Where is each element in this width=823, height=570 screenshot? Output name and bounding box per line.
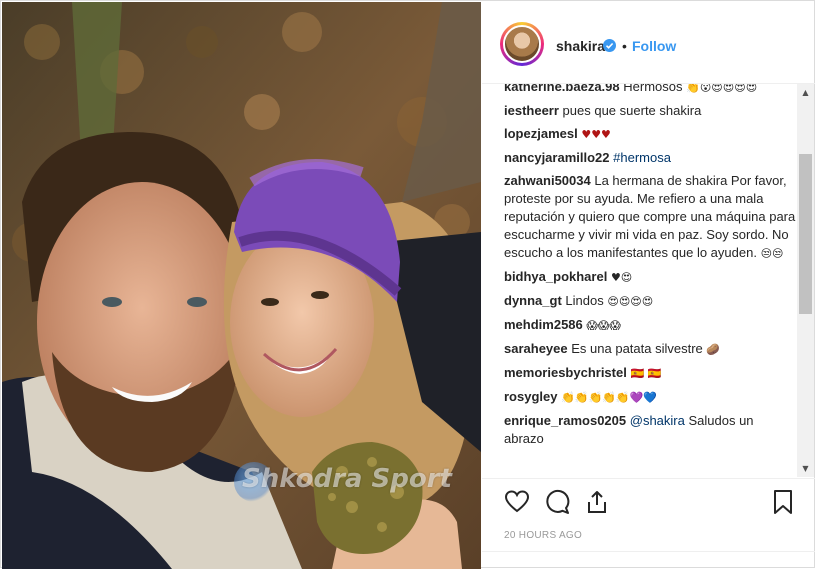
bookmark-icon[interactable]: [770, 489, 796, 515]
comment-text: Es una patata silvestre: [571, 341, 703, 356]
comment-username[interactable]: saraheyee: [504, 341, 568, 356]
post-photo[interactable]: Shkodra Sport: [2, 2, 481, 569]
comment-emoji: 😍😍😍😍: [607, 295, 654, 308]
comment-emoji: 🥔: [706, 343, 721, 356]
avatar-image: [503, 25, 541, 63]
comments-scrollbar[interactable]: ▲ ▼: [797, 84, 814, 477]
comment-username[interactable]: enrique_ramos0205: [504, 413, 626, 428]
post-side-panel: shakira • Follow katherine.baeza.98 Herm…: [482, 2, 815, 569]
separator-dot: •: [622, 38, 627, 54]
comment-emoji: 👏👏👏👏👏💜💙: [561, 391, 657, 404]
post-dialog: Shkodra Sport shakira • Follow katherine…: [0, 0, 815, 569]
watermark-text: Shkodra Sport: [242, 464, 452, 494]
comment-item: mehdim2586 😱😱😱: [504, 316, 796, 335]
comment-username[interactable]: bidhya_pokharel: [504, 269, 607, 284]
post-header: shakira • Follow: [482, 2, 815, 84]
comment-username[interactable]: mehdim2586: [504, 317, 583, 332]
comment-username[interactable]: iestheerr: [504, 103, 559, 118]
comment-username[interactable]: nancyjaramillo22: [504, 150, 610, 165]
post-timestamp[interactable]: 20 HOURS AGO: [504, 530, 582, 541]
profile-avatar[interactable]: [500, 22, 544, 66]
comment-item: saraheyee Es una patata silvestre 🥔: [504, 340, 796, 359]
comment-emoji: ♥😍: [610, 271, 633, 284]
comment-item: enrique_ramos0205 @shakira Saludos un ab…: [504, 412, 796, 448]
divider: [482, 551, 815, 552]
follow-button[interactable]: Follow: [632, 38, 676, 54]
username-link[interactable]: shakira: [556, 38, 605, 54]
comment-item: bidhya_pokharel ♥😍: [504, 268, 796, 287]
scroll-thumb[interactable]: [799, 154, 812, 314]
scroll-up-arrow-icon[interactable]: ▲: [797, 84, 814, 101]
comment-username[interactable]: dynna_gt: [504, 293, 562, 308]
comment-item: rosygley 👏👏👏👏👏💜💙: [504, 388, 796, 407]
comment-text: Hermosos: [623, 84, 683, 94]
comment-text: pues que suerte shakira: [562, 103, 702, 118]
comment-username[interactable]: katherine.baeza.98: [504, 84, 620, 94]
comment-emoji: ♥♥♥: [581, 128, 611, 141]
comment-username[interactable]: zahwani50034: [504, 173, 591, 188]
action-bar: [482, 478, 815, 528]
comment-hashtag[interactable]: #hermosa: [613, 150, 671, 165]
comment-item: lopezjamesl ♥♥♥: [504, 125, 796, 144]
comment-username[interactable]: memoriesbychristel: [504, 365, 627, 380]
comment-username[interactable]: rosygley: [504, 389, 557, 404]
scroll-down-arrow-icon[interactable]: ▼: [797, 460, 814, 477]
comment-mention[interactable]: @shakira: [630, 413, 685, 428]
comment-text: Lindos: [565, 293, 604, 308]
share-icon[interactable]: [584, 489, 610, 515]
comment-item: dynna_gt Lindos 😍😍😍😍: [504, 292, 796, 311]
comment-emoji: 😒😒: [760, 247, 784, 260]
comment-text: 🇪🇸 🇪🇸: [630, 367, 662, 380]
verified-badge-icon: [603, 39, 616, 52]
comments-list[interactable]: katherine.baeza.98 Hermosos 👏😮😍😍😍😍 iesth…: [482, 84, 815, 477]
comment-icon[interactable]: [544, 489, 570, 515]
comment-emoji: 👏😮😍😍😍😍: [686, 84, 758, 94]
comment-item: nancyjaramillo22 #hermosa: [504, 149, 796, 167]
comment-emoji: 😱😱😱: [586, 319, 621, 332]
comment-item: memoriesbychristel 🇪🇸 🇪🇸: [504, 364, 796, 383]
comment-item: zahwani50034 La hermana de shakira Por f…: [504, 172, 796, 263]
comment-username[interactable]: lopezjamesl: [504, 126, 578, 141]
comment-item: iestheerr pues que suerte shakira: [504, 102, 796, 120]
heart-icon[interactable]: [504, 489, 530, 515]
comment-item: katherine.baeza.98 Hermosos 👏😮😍😍😍😍: [504, 84, 796, 97]
